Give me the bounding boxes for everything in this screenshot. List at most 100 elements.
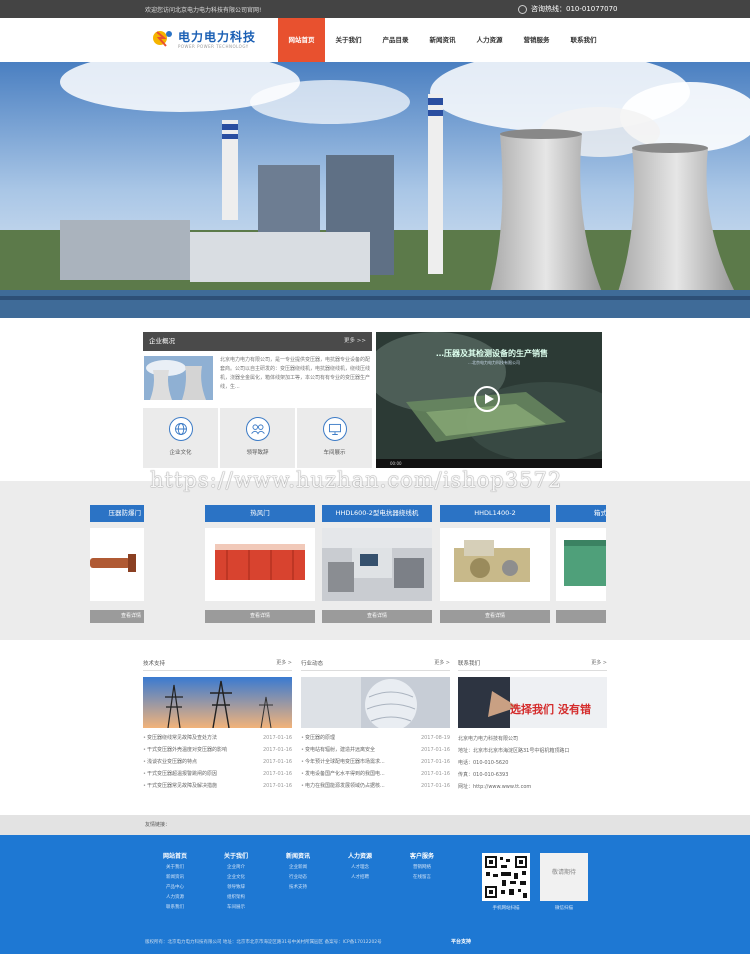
quick-link-workshop[interactable]: 车间展示 (297, 408, 372, 468)
mobile-qr-label: 手机网站扫描 (492, 906, 520, 911)
nav-item-service[interactable]: 营销服务 (513, 18, 560, 62)
footer-link[interactable]: 人力资源 (150, 893, 200, 903)
footer-link[interactable]: 产品中心 (150, 883, 200, 893)
product-image (440, 528, 550, 601)
nav-item-hr[interactable]: 人力资源 (466, 18, 513, 62)
list-item[interactable]: 电力在我国能源发展领域仍占据核...2017-01-16 (301, 780, 450, 792)
about-text: 北京电力电力有限公司，是一专业提供变压器，电抗器专业设备的配套商。公司以自主研发… (220, 357, 371, 390)
product-detail-button[interactable]: 查看详情 (205, 610, 315, 623)
footer-nav-news: 新闻资讯 企业新闻 行业动态 技术支持 (273, 851, 323, 893)
platform-support-link[interactable]: 平台支持 (451, 938, 471, 945)
svg-text:没有错: 没有错 (558, 702, 591, 716)
about-title: 企业概况 (149, 337, 175, 345)
logo-name: 电力电力科技 (178, 30, 257, 44)
footer-link[interactable]: 人才招聘 (335, 873, 385, 883)
top-bar: 欢迎您访问北京电力电力科技有限公司官网! 咨询热线：010-01077070 (0, 0, 750, 18)
list-item[interactable]: 发电设备国产化水平得到的我国电...2017-01-16 (301, 768, 450, 780)
contact-fax: 传真：010-010-6393 (458, 772, 509, 778)
quick-link-leader[interactable]: 领导致辞 (220, 408, 295, 468)
footer-link[interactable]: 组织架构 (211, 893, 261, 903)
footer-link[interactable]: 领导致辞 (211, 883, 261, 893)
contact-image[interactable]: 选择我们 没有错 (458, 677, 607, 728)
industry-news-image[interactable] (301, 677, 450, 728)
contact-info: 北京电力电力科技有限公司 地址：北京市北京市海淀区路31号中铝机箱顶路口 电话：… (458, 733, 607, 793)
list-item[interactable]: 干式变压器超温报警跳闸的原因2017-01-16 (143, 768, 292, 780)
product-image (322, 528, 432, 601)
footer-nav-hr: 人力资源 人才理念 人才招聘 (335, 851, 385, 883)
play-icon[interactable] (474, 386, 500, 412)
list-item[interactable]: 变电站有辐射，建造并远离安全2017-01-16 (301, 744, 450, 756)
industry-news-column: 行业动态 更多 > 变压器的原理2017-08-19 变电站有辐射，建造并远离安… (301, 659, 450, 792)
tech-support-title: 技术支持 (143, 661, 166, 667)
product-detail-button[interactable]: 查看详情 (90, 610, 144, 623)
industry-news-header: 行业动态 更多 > (301, 659, 450, 671)
industry-news-more-link[interactable]: 更多 > (434, 659, 450, 666)
video-player[interactable]: …压器及其检测设备的生产销售 …北京电力电力科技有限公司 00:00 (376, 332, 602, 468)
list-item[interactable]: 变压器的原理2017-08-19 (301, 732, 450, 744)
footer-link[interactable]: 车间展示 (211, 903, 261, 913)
quick-link-label: 领导致辞 (246, 450, 269, 456)
about-quick-links: 企业文化 领导致辞 车间展示 (143, 408, 372, 468)
list-item[interactable]: 今年预计全球配电变压器市场需求...2017-01-16 (301, 756, 450, 768)
nav-item-about[interactable]: 关于我们 (325, 18, 372, 62)
footer-link[interactable]: 企业文化 (211, 873, 261, 883)
footer-link[interactable]: 技术支持 (273, 883, 323, 893)
footer-link[interactable]: 在线留言 (397, 873, 447, 883)
footer-link[interactable]: 联系我们 (150, 903, 200, 913)
globe-icon (169, 417, 193, 441)
industry-news-list: 变压器的原理2017-08-19 变电站有辐射，建造并远离安全2017-01-1… (301, 732, 450, 792)
hotline: 咨询热线：010-01077070 (518, 4, 618, 14)
footer-link[interactable]: 营销网络 (397, 863, 447, 873)
footer-heading[interactable]: 新闻资讯 (273, 851, 323, 860)
watermark-text: https://www.huzhan.com/ishop3572 (150, 468, 563, 492)
list-item[interactable]: 干式变压器常见故障及解决措施2017-01-16 (143, 780, 292, 792)
list-item[interactable]: 变压器绕线常见故障及查处方法2017-01-16 (143, 732, 292, 744)
nav-item-contact[interactable]: 联系我们 (560, 18, 607, 62)
quick-link-culture[interactable]: 企业文化 (143, 408, 218, 468)
footer-link[interactable]: 企业新闻 (273, 863, 323, 873)
footer-link[interactable]: 新闻资讯 (150, 873, 200, 883)
product-card[interactable]: 箱式 (556, 505, 606, 623)
footer-link[interactable]: 关于我们 (150, 863, 200, 873)
product-detail-button[interactable]: 查看详情 (440, 610, 550, 623)
logo[interactable]: 电力电力科技 POWER POWER TECHNOLOGY (152, 26, 262, 54)
header: 电力电力科技 POWER POWER TECHNOLOGY 网站首页 关于我们 … (0, 18, 750, 62)
product-detail-button[interactable] (556, 610, 606, 623)
footer-link[interactable]: 人才理念 (335, 863, 385, 873)
list-item[interactable]: 干式变压器外壳温度对变压器的影响2017-01-16 (143, 744, 292, 756)
video-controls[interactable]: 00:00 (376, 459, 602, 468)
footer-heading[interactable]: 关于我们 (211, 851, 261, 860)
footer-link[interactable]: 企业简介 (211, 863, 261, 873)
product-detail-button[interactable]: 查看详情 (322, 610, 432, 623)
nav-item-home[interactable]: 网站首页 (278, 18, 325, 62)
phone-icon (518, 4, 527, 14)
nav-item-news[interactable]: 新闻资讯 (419, 18, 466, 62)
footer-nav-about: 关于我们 企业简介 企业文化 领导致辞 组织架构 车间展示 (211, 851, 261, 913)
nav-item-products[interactable]: 产品目录 (372, 18, 419, 62)
product-card[interactable]: HHDL1400-2 查看详情 (440, 505, 550, 623)
footer-heading[interactable]: 网站首页 (150, 851, 200, 860)
footer-heading[interactable]: 人力资源 (335, 851, 385, 860)
video-time: 00:00 (390, 461, 402, 466)
tech-support-image[interactable] (143, 677, 292, 728)
product-card[interactable]: HHDL600-2型电抗器绕线机 查看详情 (322, 505, 432, 623)
contact-more-link[interactable]: 更多 > (591, 659, 607, 666)
product-card[interactable]: 压器防爆门 查看详情 (90, 505, 144, 623)
about-more-link[interactable]: 更多 >> (344, 332, 366, 351)
contact-company: 北京电力电力科技有限公司 (458, 736, 519, 742)
contact-website[interactable]: 网址：http://www.www.tt.com (458, 781, 607, 793)
people-icon (246, 417, 270, 441)
wechat-qr-placeholder: 敬请期待 (540, 853, 588, 901)
footer-link[interactable]: 行业动态 (273, 873, 323, 883)
about-header: 企业概况 更多 >> (143, 332, 372, 351)
footer-heading[interactable]: 客户服务 (397, 851, 447, 860)
hero-banner[interactable] (0, 62, 750, 318)
quick-link-label: 企业文化 (169, 450, 192, 456)
tech-support-more-link[interactable]: 更多 > (276, 659, 292, 666)
about-thumbnail[interactable] (144, 356, 213, 400)
svg-text:选择我们: 选择我们 (510, 702, 554, 716)
product-card[interactable]: 热风门 查看详情 (205, 505, 315, 623)
list-item[interactable]: 浅谈农业变压器的特点2017-01-16 (143, 756, 292, 768)
tech-support-list: 变压器绕线常见故障及查处方法2017-01-16 干式变压器外壳温度对变压器的影… (143, 732, 292, 792)
friend-links-bar: 友情链接： (0, 815, 750, 835)
